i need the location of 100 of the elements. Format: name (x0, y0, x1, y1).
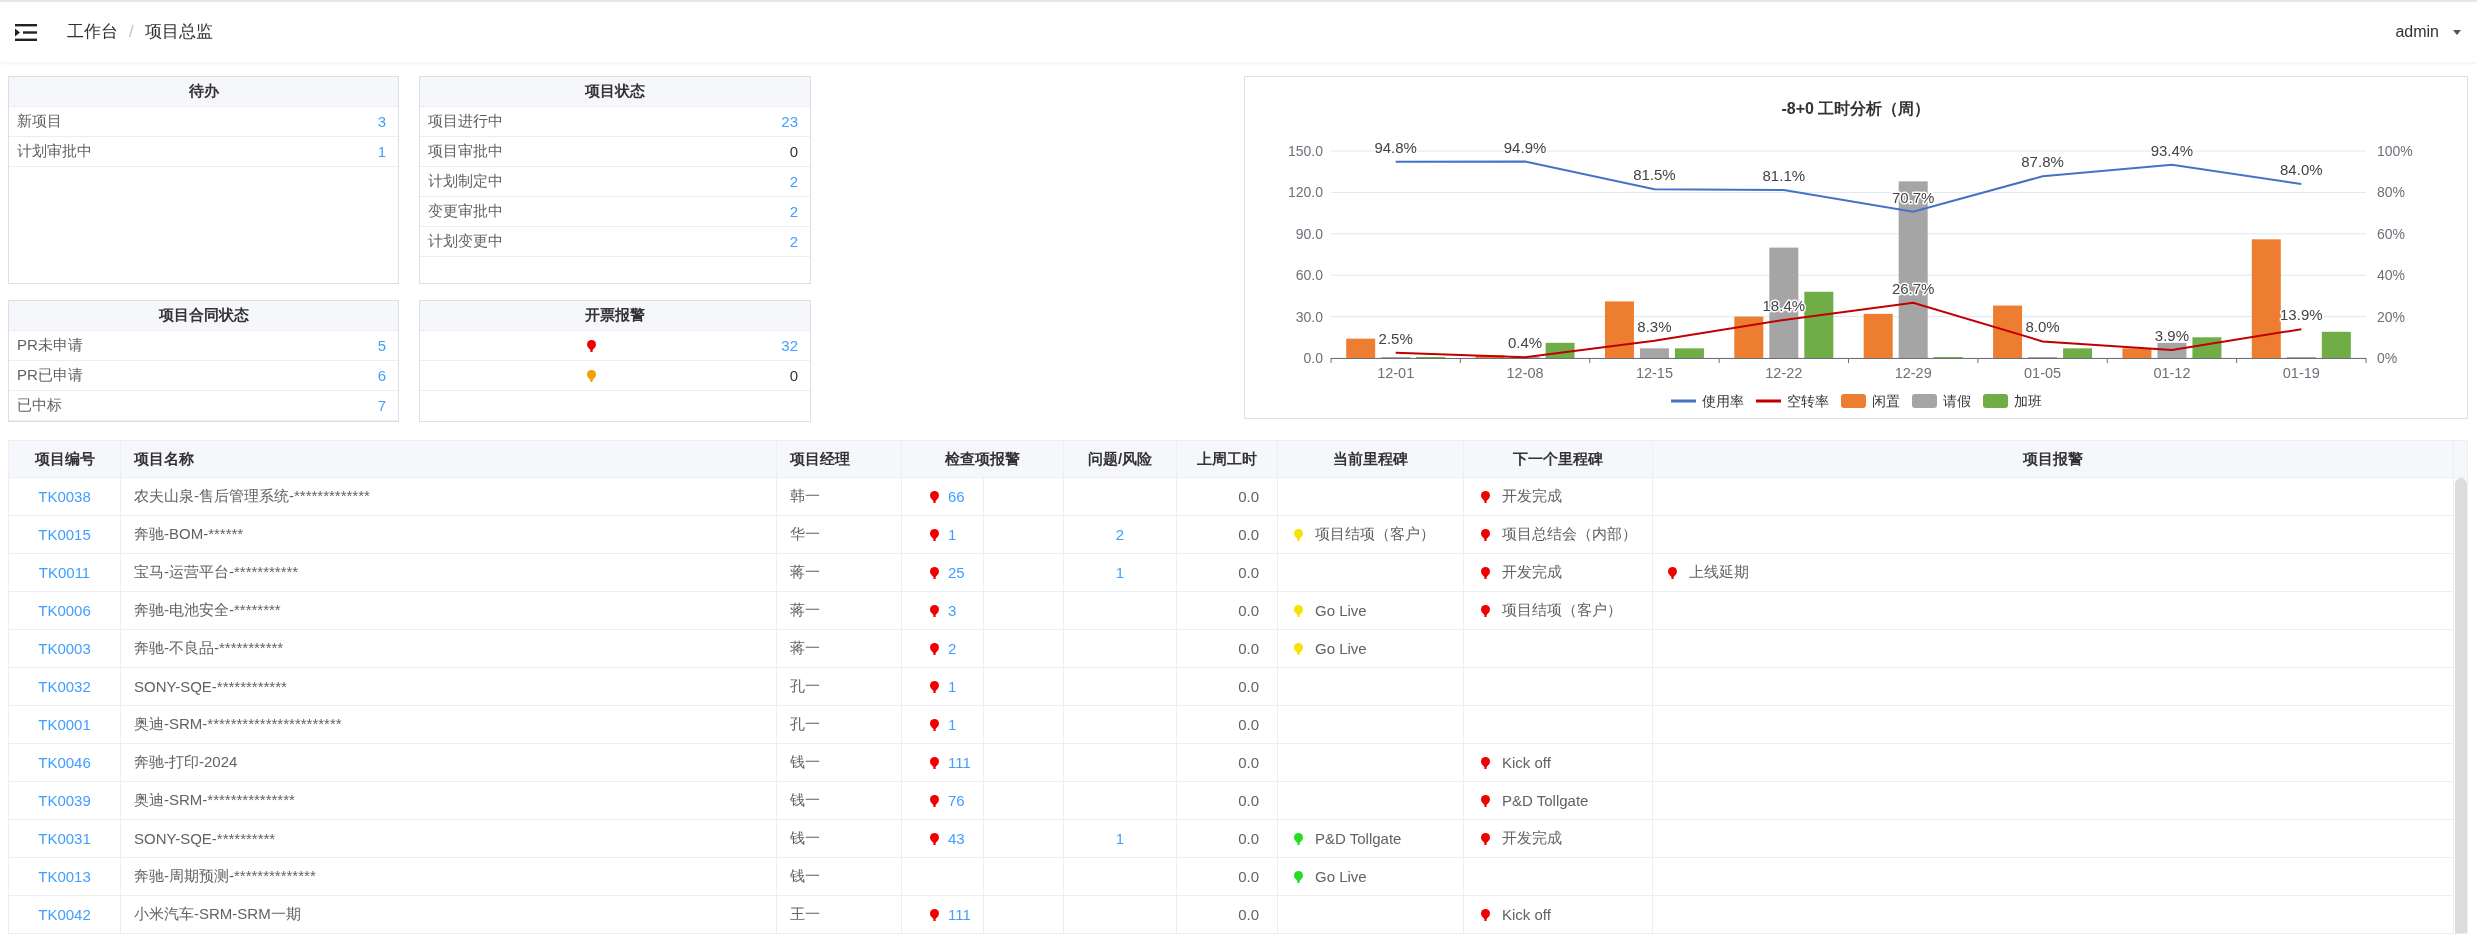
table-cell: 0.0 (1177, 630, 1278, 667)
column-header: 项目名称 (121, 441, 777, 477)
row-label: 计划制定中 (428, 172, 503, 191)
menu-icon[interactable] (15, 23, 37, 41)
axis-label: 12-01 (1377, 365, 1415, 381)
count-link[interactable]: 43 (948, 830, 965, 847)
bar (1604, 301, 1634, 358)
count-link[interactable]: 111 (948, 906, 971, 923)
count-link[interactable]: 1 (377, 143, 386, 160)
count-link[interactable]: 1 (1115, 564, 1125, 581)
count-link[interactable]: 2 (789, 233, 798, 250)
legend-item[interactable]: 使用率 (1670, 393, 1744, 409)
data-label: 81.5% (1633, 166, 1676, 184)
table-cell: 蒋一 (777, 554, 902, 591)
count-link[interactable]: 1 (1115, 830, 1125, 847)
project-code-link[interactable]: TK0042 (38, 906, 91, 923)
table-cell: 钱一 (777, 858, 902, 895)
count-link[interactable]: 76 (948, 792, 965, 809)
table-cell: 0.0 (1177, 820, 1278, 857)
project-code-link[interactable]: TK0001 (38, 716, 91, 733)
bar (2192, 337, 2222, 358)
project-code-link[interactable]: TK0039 (38, 792, 91, 809)
count-link[interactable]: 7 (377, 397, 386, 414)
table-cell: 蒋一 (777, 592, 902, 629)
table-cell: 奔驰-电池安全-******** (121, 592, 777, 629)
count-link[interactable]: 6 (377, 367, 386, 384)
column-header: 下一个里程碑 (1464, 441, 1653, 477)
milestone-label: Kick off (1502, 906, 1551, 923)
project-code-link[interactable]: TK0032 (38, 678, 91, 695)
row-label: 计划变更中 (428, 232, 503, 251)
legend-item[interactable]: 请假 (1911, 393, 1971, 409)
data-label: 8.3% (1637, 317, 1672, 335)
project-code-link[interactable]: TK0038 (38, 488, 91, 505)
table-cell: 钱一 (777, 820, 902, 857)
bar (2122, 348, 2152, 358)
bar (1346, 338, 1376, 358)
row-label: 变更审批中 (428, 202, 503, 221)
count-link[interactable]: 3 (948, 602, 957, 619)
axis-label: 01-19 (2282, 365, 2320, 381)
count-link[interactable]: 5 (377, 337, 386, 354)
count-link[interactable]: 2 (948, 640, 957, 657)
table-cell: 钱一 (777, 744, 902, 781)
column-header: 上周工时 (1177, 441, 1278, 477)
axis-label: 12-29 (1894, 365, 1932, 381)
data-label: 93.4% (2150, 141, 2194, 159)
table-cell: 奔驰-周期预测-************** (121, 858, 777, 895)
table-cell: 0.0 (1177, 782, 1278, 819)
axis-label: 20% (2377, 308, 2406, 325)
milestone-label: Go Live (1315, 640, 1367, 657)
legend-item[interactable]: 加班 (1982, 393, 2042, 409)
count-link[interactable]: 2 (789, 173, 798, 190)
legend-item[interactable]: 闲置 (1840, 393, 1900, 409)
row-label: 项目进行中 (428, 112, 503, 131)
column-header: 项目编号 (9, 441, 121, 477)
project-code-link[interactable]: TK0013 (38, 868, 91, 885)
table-cell: 孔一 (777, 668, 902, 705)
row-label: PR已申请 (17, 366, 83, 385)
legend-item[interactable]: 空转率 (1755, 393, 1829, 409)
project-code-link[interactable]: TK0003 (38, 640, 91, 657)
column-header: 项目经理 (777, 441, 902, 477)
count-link[interactable]: 111 (948, 754, 971, 771)
scrollbar-thumb[interactable] (2455, 478, 2467, 933)
user-menu[interactable]: admin (2395, 23, 2461, 41)
bar (1863, 313, 1893, 358)
axis-label: 40% (2377, 267, 2406, 284)
count-link[interactable]: 25 (948, 564, 965, 581)
count-link[interactable]: 2 (789, 203, 798, 220)
count-link[interactable]: 1 (948, 526, 957, 543)
table-cell: 奥迪-SRM-*********************** (121, 706, 777, 743)
count-link[interactable]: 32 (781, 337, 798, 354)
table-cell: 奥迪-SRM-*************** (121, 782, 777, 819)
column-header: 问题/风险 (1064, 441, 1177, 477)
project-code-link[interactable]: TK0031 (38, 830, 91, 847)
count-value: 0 (789, 143, 798, 160)
axis-label: 30.0 (1295, 308, 1323, 325)
milestone-label: P&D Tollgate (1502, 792, 1589, 809)
axis-label: 120.0 (1287, 184, 1323, 201)
count-link[interactable]: 1 (948, 716, 957, 733)
milestone-label: Kick off (1502, 754, 1551, 771)
project-code-link[interactable]: TK0011 (38, 564, 91, 581)
project-code-link[interactable]: TK0006 (38, 602, 91, 619)
table-cell: 华一 (777, 516, 902, 553)
project-code-link[interactable]: TK0015 (38, 526, 91, 543)
count-link[interactable]: 66 (948, 488, 965, 505)
breadcrumb-link[interactable]: 项目总监 (144, 21, 213, 43)
axis-label: 0.0 (1303, 350, 1323, 366)
table-cell: 0.0 (1177, 706, 1278, 743)
count-link[interactable]: 23 (781, 113, 798, 130)
breadcrumb-separator: / (129, 21, 134, 43)
table-cell: SONY-SQE-********** (121, 820, 777, 857)
count-link[interactable]: 3 (377, 113, 386, 130)
axis-label: 80% (2377, 184, 2406, 201)
project-code-link[interactable]: TK0046 (38, 754, 91, 771)
milestone-label: 项目结项（客户） (1315, 525, 1435, 544)
breadcrumb-link[interactable]: 工作台 (67, 21, 118, 43)
count-link[interactable]: 1 (948, 678, 957, 695)
count-link[interactable]: 2 (1115, 526, 1125, 543)
axis-label: 150.0 (1287, 143, 1323, 159)
table-cell: 小米汽车-SRM-SRM一期 (121, 896, 777, 933)
table-cell: 0.0 (1177, 744, 1278, 781)
